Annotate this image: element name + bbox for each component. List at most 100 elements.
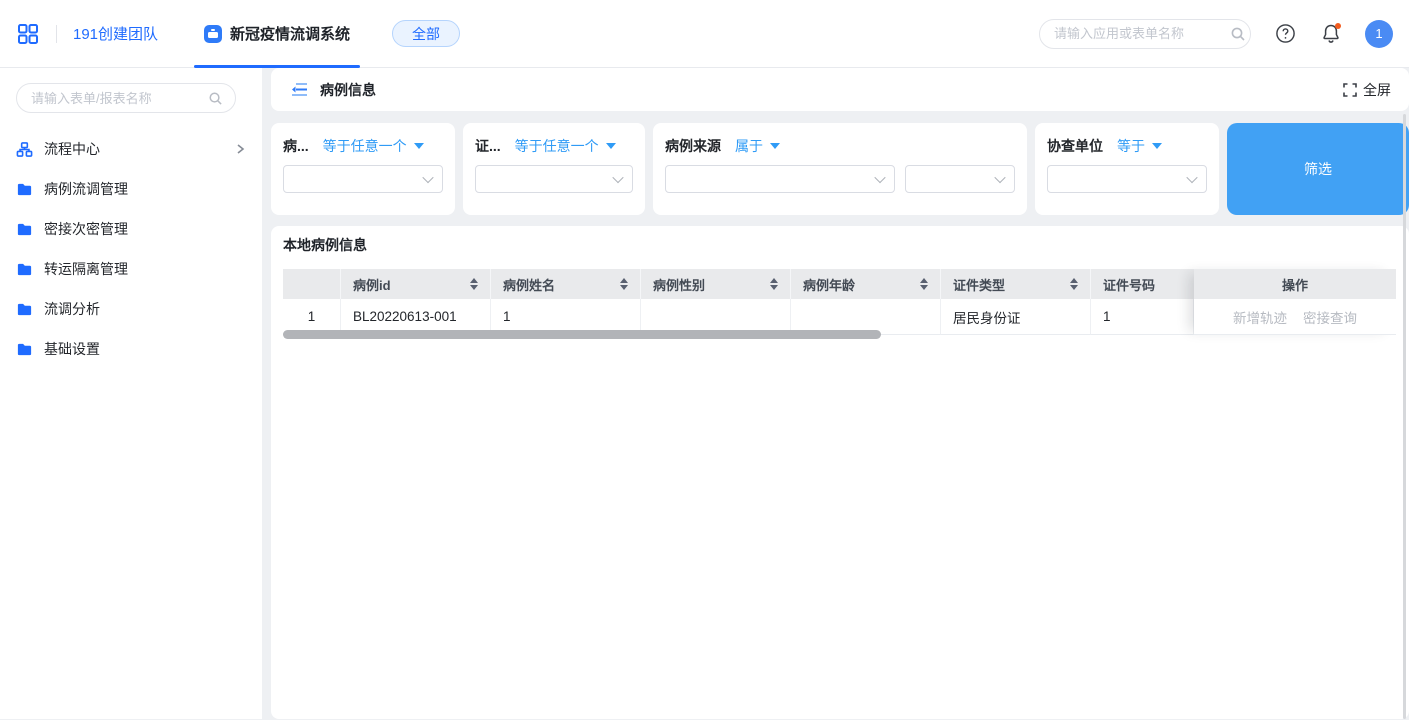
caret-down-icon <box>606 143 616 149</box>
column-header-case-id[interactable]: 病例id <box>341 269 491 299</box>
column-header-id-number[interactable]: 证件号码 <box>1091 269 1194 299</box>
column-header-case-gender[interactable]: 病例性别 <box>641 269 791 299</box>
sort-icon <box>612 278 628 290</box>
sidebar-item-label: 基础设置 <box>44 339 100 359</box>
sidebar-item-label: 流调分析 <box>44 299 100 319</box>
chevron-down-icon <box>1188 175 1196 183</box>
caret-down-icon <box>1152 143 1162 149</box>
sidebar-nav: 流程中心 病例流调管理 <box>0 129 262 369</box>
sidebar-item-survey-analysis[interactable]: 流调分析 <box>0 289 262 329</box>
filter-card-id-number: 证... 等于任意一个 <box>463 123 645 215</box>
folder-icon <box>16 261 33 278</box>
sort-icon <box>462 278 478 290</box>
filter-operator-dropdown[interactable]: 等于任意一个 <box>323 136 424 156</box>
app-icon <box>204 25 222 43</box>
sidebar-search-input[interactable] <box>31 91 208 106</box>
chevron-right-icon <box>234 143 246 155</box>
sidebar-item-basic-settings[interactable]: 基础设置 <box>0 329 262 369</box>
filter-card-case-name: 病... 等于任意一个 <box>271 123 455 215</box>
sort-icon <box>762 278 778 290</box>
filter-bar: 病... 等于任意一个 证... 等于任意一个 <box>271 123 1409 215</box>
filter-select-case-source-2[interactable] <box>905 165 1015 193</box>
folder-icon <box>16 341 33 358</box>
topbar-divider <box>56 25 57 43</box>
filter-select-case-name[interactable] <box>283 165 443 193</box>
folder-icon <box>16 301 33 318</box>
page-title: 病例信息 <box>320 80 376 100</box>
filter-submit-button[interactable]: 筛选 <box>1227 123 1409 215</box>
sidebar-search-box[interactable] <box>16 83 236 113</box>
filter-card-assist-unit: 协查单位 等于 <box>1035 123 1219 215</box>
search-icon <box>208 91 223 106</box>
sidebar-item-label: 转运隔离管理 <box>44 259 128 279</box>
filter-label: 病例来源 <box>665 136 721 156</box>
column-header-case-name[interactable]: 病例姓名 <box>491 269 641 299</box>
caret-down-icon <box>414 143 424 149</box>
help-icon[interactable] <box>1273 22 1297 46</box>
filter-select-id-number[interactable] <box>475 165 633 193</box>
tab-app-current[interactable]: 新冠疫情流调系统 <box>194 0 360 68</box>
filter-operator-dropdown[interactable]: 等于 <box>1117 136 1162 156</box>
cell-id-number: 1 <box>1091 299 1194 335</box>
sort-icon <box>912 278 928 290</box>
top-bar: 191创建团队 新冠疫情流调系统 全部 <box>0 0 1409 68</box>
sidebar-item-process-center[interactable]: 流程中心 <box>0 129 262 169</box>
caret-down-icon <box>770 143 780 149</box>
filter-label: 协查单位 <box>1047 136 1103 156</box>
filter-card-case-source: 病例来源 属于 <box>653 123 1027 215</box>
vertical-scrollbar-thumb[interactable] <box>1403 114 1406 719</box>
notification-bell-icon[interactable] <box>1319 22 1343 46</box>
collapse-menu-icon[interactable] <box>291 82 308 97</box>
sidebar-item-label: 密接次密管理 <box>44 219 128 239</box>
cell-actions: 新增轨迹 密接查询 <box>1194 299 1396 335</box>
sidebar-item-label: 病例流调管理 <box>44 179 128 199</box>
filter-select-assist-unit[interactable] <box>1047 165 1207 193</box>
close-contact-query-link[interactable]: 密接查询 <box>1303 307 1357 327</box>
column-header-index <box>283 269 341 299</box>
chevron-down-icon <box>996 175 1004 183</box>
fullscreen-icon <box>1343 83 1357 97</box>
fullscreen-label: 全屏 <box>1363 80 1391 100</box>
chevron-down-icon <box>614 175 622 183</box>
app-window: 191创建团队 新冠疫情流调系统 全部 <box>0 0 1409 719</box>
topbar-right-group: 1 <box>1039 19 1393 49</box>
folder-icon <box>16 181 33 198</box>
page-header: 病例信息 全屏 <box>271 68 1409 111</box>
main-panel: 病例信息 全屏 病... 等于任意一个 <box>262 68 1409 719</box>
column-header-case-age[interactable]: 病例年龄 <box>791 269 941 299</box>
team-name-link[interactable]: 191创建团队 <box>73 23 158 44</box>
case-table: 病例id 病例姓名 病例性别 病例年龄 <box>283 269 1396 335</box>
sidebar-item-label: 流程中心 <box>44 139 100 159</box>
app-launcher-grid-icon[interactable] <box>14 20 42 48</box>
table-card: 本地病例信息 病例id 病例姓名 病例性别 <box>271 226 1409 719</box>
user-avatar[interactable]: 1 <box>1365 20 1393 48</box>
sidebar-item-case-survey-mgmt[interactable]: 病例流调管理 <box>0 169 262 209</box>
column-header-id-type[interactable]: 证件类型 <box>941 269 1091 299</box>
column-header-actions: 操作 <box>1194 269 1396 299</box>
cell-id-type: 居民身份证 <box>941 299 1091 335</box>
add-track-link[interactable]: 新增轨迹 <box>1233 307 1287 327</box>
filter-label: 证... <box>475 136 501 156</box>
table-title: 本地病例信息 <box>283 235 1403 255</box>
global-search-input[interactable] <box>1054 26 1230 41</box>
chevron-down-icon <box>876 175 884 183</box>
search-icon <box>1230 26 1246 42</box>
global-search-box[interactable] <box>1039 19 1251 49</box>
sidebar-item-transfer-quarantine-mgmt[interactable]: 转运隔离管理 <box>0 249 262 289</box>
all-apps-pill-button[interactable]: 全部 <box>392 20 460 47</box>
content-area: 流程中心 病例流调管理 <box>0 68 1409 719</box>
filter-label: 病... <box>283 136 309 156</box>
fullscreen-button[interactable]: 全屏 <box>1343 80 1391 100</box>
chevron-down-icon <box>424 175 432 183</box>
fixed-action-column: 操作 新增轨迹 密接查询 <box>1194 269 1396 335</box>
flow-icon <box>16 141 33 158</box>
horizontal-scrollbar-thumb[interactable] <box>283 330 881 339</box>
filter-operator-dropdown[interactable]: 属于 <box>735 136 780 156</box>
app-tab-label: 新冠疫情流调系统 <box>230 23 350 44</box>
filter-operator-dropdown[interactable]: 等于任意一个 <box>515 136 616 156</box>
sidebar-item-close-contact-mgmt[interactable]: 密接次密管理 <box>0 209 262 249</box>
filter-select-case-source-1[interactable] <box>665 165 895 193</box>
sidebar: 流程中心 病例流调管理 <box>0 68 262 719</box>
sort-icon <box>1062 278 1078 290</box>
folder-icon <box>16 221 33 238</box>
